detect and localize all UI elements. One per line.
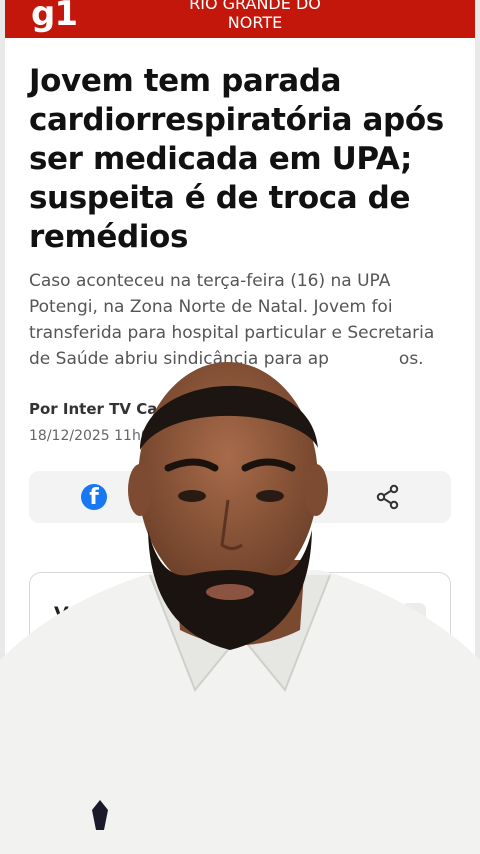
article-headline: Jovem tem parada cardiorrespiratória apó… [29,63,444,255]
region-line-1: RIO GRANDE DO [189,0,321,13]
g1-logo[interactable]: g1 [31,0,78,34]
region-line-2: NORTE [227,13,283,32]
top-bar: g1 RIO GRANDE DO NORTE [5,0,475,38]
region-label: RIO GRANDE DO NORTE [135,0,375,32]
presenter-video-overlay [0,362,480,854]
